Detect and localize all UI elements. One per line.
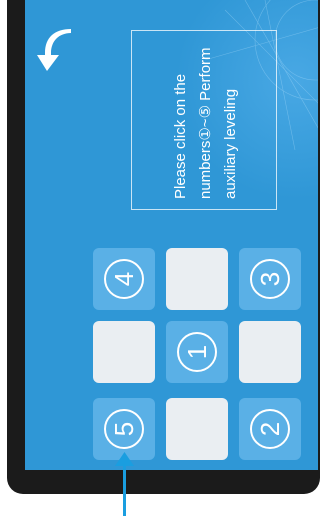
instruction-text: Please click on the numbers①~⑤ Perform a… [132,31,278,211]
leveling-screen: Please click on the numbers①~⑤ Perform a… [25,0,318,470]
blank-tile [239,321,301,383]
instruction-line-2: numbers①~⑤ Perform [196,47,214,199]
level-point-1-label: 1 [177,332,217,372]
level-point-4-button[interactable]: 4 [93,248,155,310]
device-frame: Please click on the numbers①~⑤ Perform a… [7,0,320,494]
instruction-line-1: Please click on the [171,73,189,199]
level-point-4-label: 4 [104,259,144,299]
blank-tile [166,398,228,460]
level-point-2-label: 2 [250,409,290,449]
level-point-3-label: 3 [250,259,290,299]
blank-tile [166,248,228,310]
level-point-1-button[interactable]: 1 [166,321,228,383]
pointer-line [123,461,126,516]
level-point-5-label: 5 [104,409,144,449]
back-arrow-icon[interactable] [37,28,73,72]
blank-tile [93,321,155,383]
level-point-5-button[interactable]: 5 [93,398,155,460]
instruction-box: Please click on the numbers①~⑤ Perform a… [131,30,277,210]
instruction-line-3: auxiliary leveling [221,88,239,199]
level-point-3-button[interactable]: 3 [239,248,301,310]
level-point-2-button[interactable]: 2 [239,398,301,460]
